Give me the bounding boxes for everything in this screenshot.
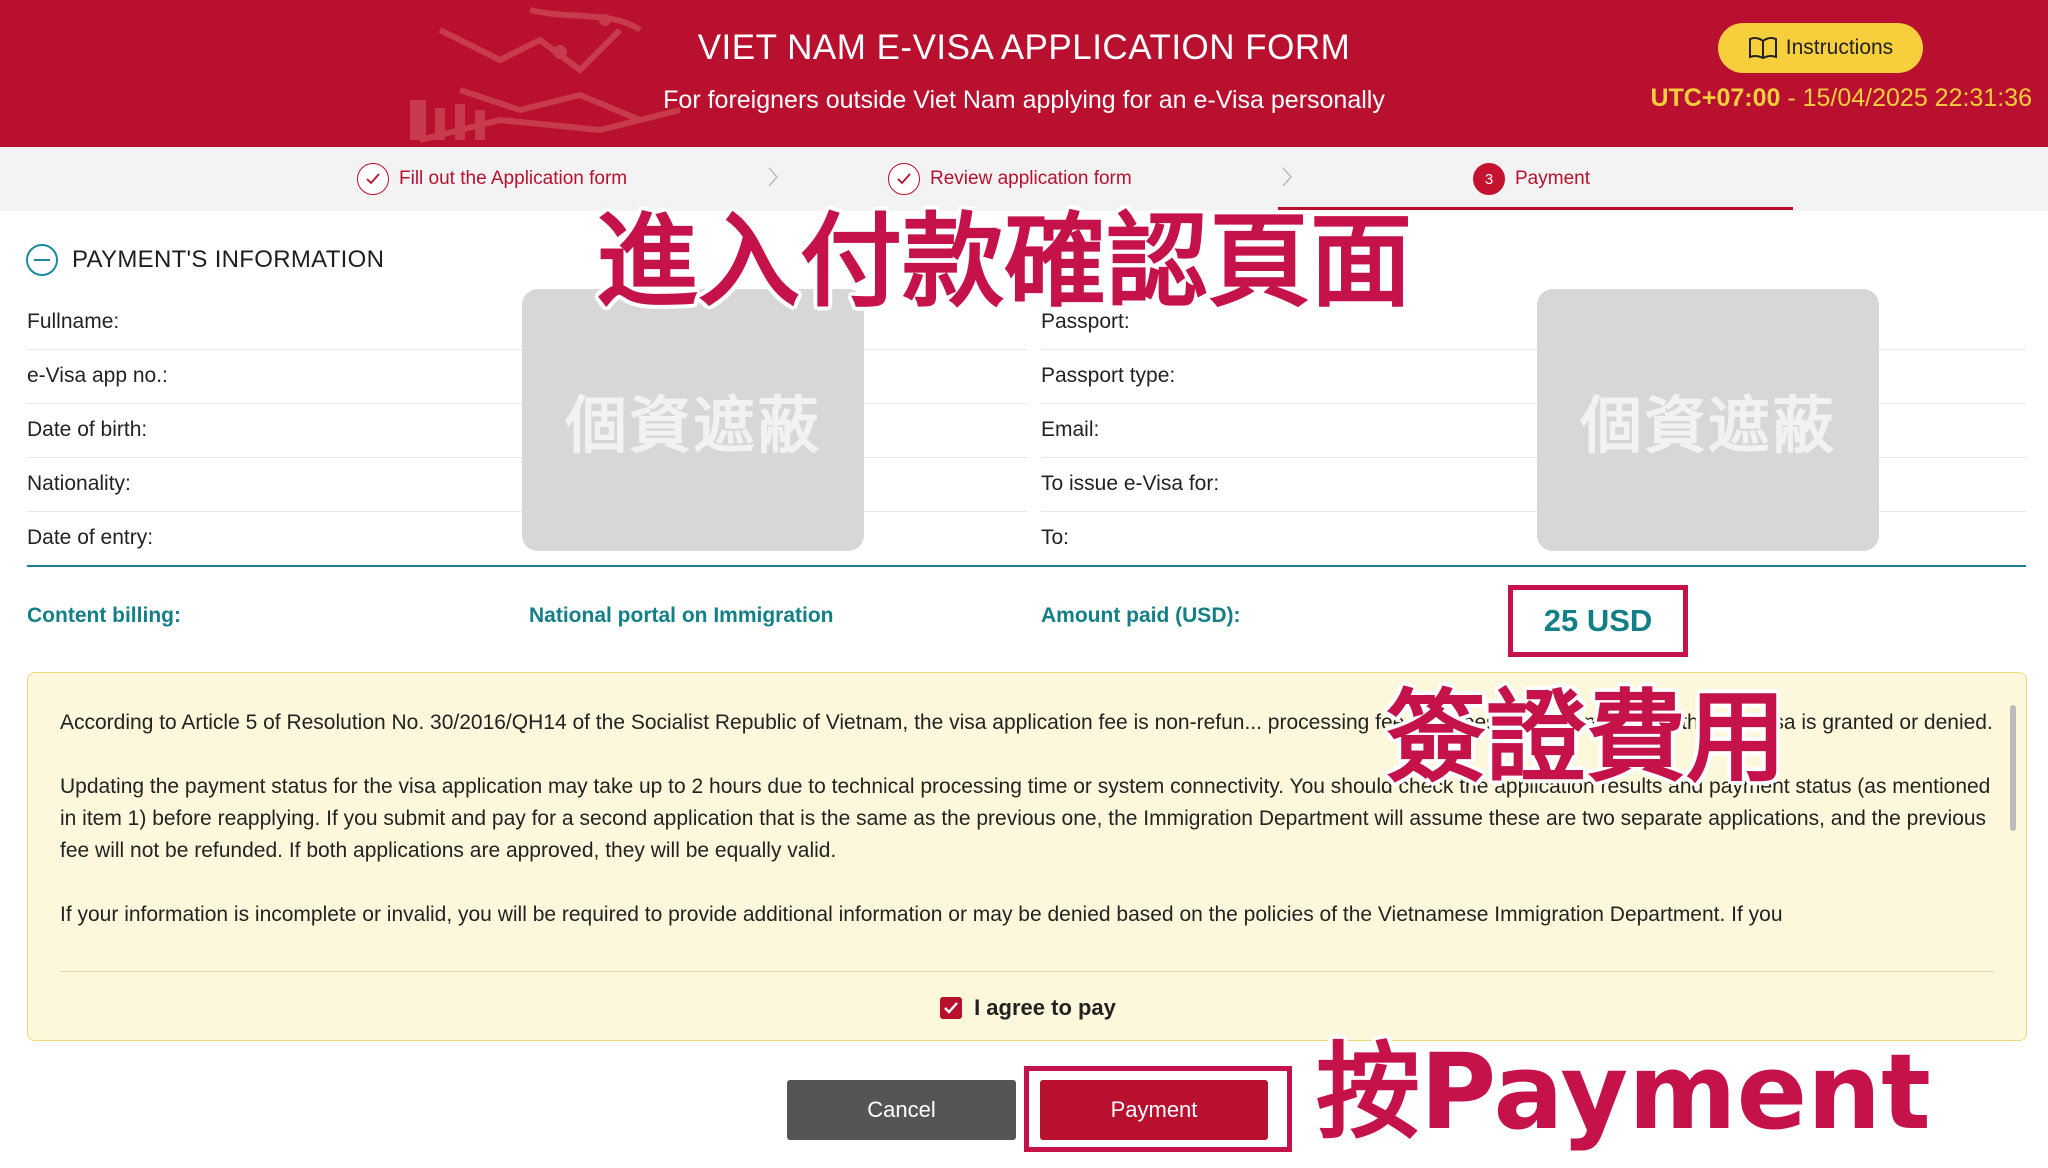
field-label: Email: xyxy=(1041,418,1100,441)
chevron-right-icon xyxy=(1282,167,1293,187)
step-label: Fill out the Application form xyxy=(399,168,628,189)
page: VIET NAM E-VISA APPLICATION FORM For for… xyxy=(0,0,2048,1168)
field-label: Date of entry: xyxy=(27,526,154,549)
amount-paid-value: 25 USD xyxy=(1543,603,1653,638)
field-label: Fullname: xyxy=(27,310,120,333)
field-label: e-Visa app no.: xyxy=(27,364,168,387)
step-fill-form[interactable]: Fill out the Application form xyxy=(357,161,627,197)
field-label: Date of birth: xyxy=(27,418,148,441)
step-review-form[interactable]: Review application form xyxy=(888,161,1132,197)
annotation-press-payment: 按Payment xyxy=(1315,1031,1933,1153)
step-label: Payment xyxy=(1515,168,1590,189)
header-banner: VIET NAM E-VISA APPLICATION FORM For for… xyxy=(0,0,2048,147)
section-divider xyxy=(27,565,2026,567)
payment-button[interactable]: Payment xyxy=(1040,1080,1268,1140)
step-label: Review application form xyxy=(930,168,1132,189)
collapse-icon[interactable] xyxy=(26,244,58,276)
cancel-button[interactable]: Cancel xyxy=(787,1080,1016,1140)
chevron-right-icon xyxy=(768,167,779,187)
timezone: UTC+07:00 xyxy=(1650,84,1781,112)
instructions-button[interactable]: Instructions xyxy=(1718,23,1923,73)
datetime-value: - 15/04/2025 22:31:36 xyxy=(1780,84,2032,112)
field-label: To: xyxy=(1041,526,1070,549)
check-icon xyxy=(888,163,920,195)
notice-paragraph: If your information is incomplete or inv… xyxy=(60,903,1783,926)
amount-highlight-frame: 25 USD xyxy=(1508,585,1688,657)
notice-divider xyxy=(60,971,1995,972)
agree-label: I agree to pay xyxy=(974,995,1116,1020)
check-icon xyxy=(357,163,389,195)
payment-info-header[interactable]: PAYMENT'S INFORMATION xyxy=(26,240,384,280)
step-number: 3 xyxy=(1473,163,1505,195)
field-label: Passport type: xyxy=(1041,364,1176,387)
annotation-confirm-page: 進入付款確認頁面 xyxy=(595,203,1414,322)
progress-stepper: Fill out the Application form Review app… xyxy=(0,147,2048,211)
redaction-label: 個資遮蔽 xyxy=(564,389,821,462)
current-datetime: UTC+07:00 - 15/04/2025 22:31:36 xyxy=(1612,84,2032,113)
section-title: PAYMENT'S INFORMATION xyxy=(72,246,385,273)
annotation-visa-fee: 簽證費用 xyxy=(1385,679,1788,796)
agree-checkbox[interactable] xyxy=(940,997,963,1019)
content-billing-value: National portal on Immigration xyxy=(529,604,834,627)
step-payment[interactable]: 3 Payment xyxy=(1473,161,1590,197)
field-label: To issue e-Visa for: xyxy=(1041,472,1220,495)
check-icon xyxy=(944,1002,958,1014)
notice-scrollbar[interactable] xyxy=(2010,705,2016,831)
agree-to-pay-row[interactable]: I agree to pay xyxy=(28,991,2026,1025)
book-icon xyxy=(1748,36,1777,60)
redaction-overlay-left: 個資遮蔽 xyxy=(522,289,864,551)
field-label: Nationality: xyxy=(27,472,131,495)
redaction-overlay-right: 個資遮蔽 xyxy=(1537,289,1879,551)
content-billing-label: Content billing: xyxy=(27,604,181,627)
amount-paid-label: Amount paid (USD): xyxy=(1041,604,1241,627)
instructions-label: Instructions xyxy=(1785,36,1894,59)
redaction-label: 個資遮蔽 xyxy=(1579,389,1836,462)
decorative-bird-pattern-icon xyxy=(410,7,681,143)
